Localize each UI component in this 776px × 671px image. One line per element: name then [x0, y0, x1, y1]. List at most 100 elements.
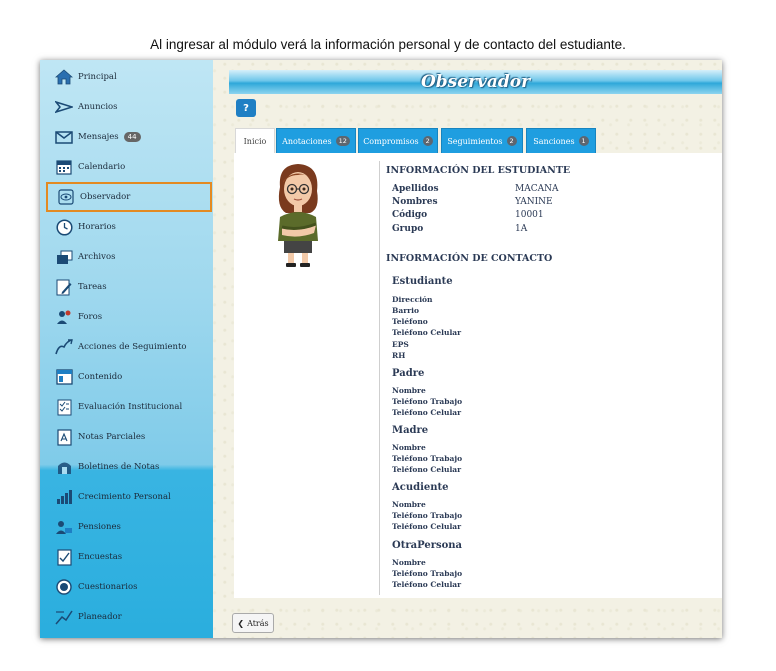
content-icon: [54, 367, 74, 387]
contact-group-title: Padre: [392, 368, 425, 379]
sidebar-item-label: Notas Parciales: [78, 432, 146, 442]
field-label: Nombres: [392, 197, 438, 207]
sidebar-item-pensiones[interactable]: Pensiones: [46, 512, 212, 542]
student-info-title: INFORMACIÓN DEL ESTUDIANTE: [386, 165, 571, 176]
sidebar-item-label: Anuncios: [78, 102, 118, 112]
contact-group-title: Estudiante: [392, 276, 453, 287]
tab-compromisos[interactable]: Compromisos 2: [358, 128, 438, 153]
sidebar-item-boletines-notas[interactable]: Boletines de Notas: [46, 452, 212, 482]
tab-anotaciones[interactable]: Anotaciones 12: [276, 128, 356, 153]
back-button-label: Atrás: [247, 618, 269, 628]
sidebar-item-planeador[interactable]: Planeador: [46, 602, 212, 632]
contact-field: Teléfono Celular: [392, 408, 462, 417]
page-title-bar: Observador: [229, 70, 722, 94]
page-title: Observador: [420, 72, 531, 92]
sidebar-item-label: Cuestionarios: [78, 582, 138, 592]
contact-field: Teléfono Trabajo: [392, 454, 463, 463]
tab-label: Inicio: [243, 136, 267, 146]
sidebar-item-acciones-seguimiento[interactable]: Acciones de Seguimiento: [46, 332, 212, 362]
sidebar-item-label: Horarios: [78, 222, 116, 232]
sidebar-item-mensajes[interactable]: Mensajes 44: [46, 122, 212, 152]
sidebar-item-foros[interactable]: Foros: [46, 302, 212, 332]
tab-inicio[interactable]: Inicio: [235, 128, 275, 153]
contact-field: Barrio: [392, 306, 419, 315]
sidebar-item-archivos[interactable]: Archivos: [46, 242, 212, 272]
sidebar-item-label: Pensiones: [78, 522, 121, 532]
sidebar-item-horarios[interactable]: Horarios: [46, 212, 212, 242]
sidebar-item-label: Archivos: [78, 252, 116, 262]
clock-icon: [54, 217, 74, 237]
contact-field: Teléfono Celular: [392, 328, 462, 337]
evaluation-icon: [54, 397, 74, 417]
pencil-icon: [54, 277, 74, 297]
sidebar: Principal Anuncios Mensajes 44 Calendari…: [40, 60, 213, 638]
contact-field: Teléfono Celular: [392, 580, 462, 589]
tab-label: Anotaciones: [282, 136, 332, 146]
contact-group-title: OtraPersona: [392, 540, 463, 551]
sidebar-item-label: Acciones de Seguimiento: [78, 342, 187, 352]
sidebar-item-anuncios[interactable]: Anuncios: [46, 92, 212, 122]
contact-field: Teléfono Celular: [392, 465, 462, 474]
contact-field: Nombre: [392, 386, 426, 395]
quiz-icon: [54, 577, 74, 597]
sidebar-item-contenido[interactable]: Contenido: [46, 362, 212, 392]
sidebar-item-label: Observador: [80, 192, 131, 202]
sidebar-item-label: Tareas: [78, 282, 107, 292]
content-divider: [379, 161, 380, 595]
tab-seguimientos[interactable]: Seguimientos 2: [441, 128, 523, 153]
contact-field: Nombre: [392, 443, 426, 452]
tab-count-badge: 2: [506, 136, 517, 146]
sidebar-item-principal[interactable]: Principal: [46, 62, 212, 92]
sidebar-item-label: Mensajes: [78, 132, 119, 142]
sidebar-item-label: Boletines de Notas: [78, 462, 160, 472]
contact-info-title: INFORMACIÓN DE CONTACTO: [386, 253, 553, 264]
tab-label: Compromisos: [363, 136, 419, 146]
sidebar-item-label: Crecimiento Personal: [78, 492, 171, 502]
student-avatar: [278, 164, 318, 267]
sidebar-item-label: Principal: [78, 72, 117, 82]
sidebar-item-label: Evaluación Institucional: [78, 402, 183, 412]
survey-icon: [54, 547, 74, 567]
field-label: Código: [392, 210, 428, 220]
app-window: Principal Anuncios Mensajes 44 Calendari…: [40, 60, 722, 638]
tab-count-badge: 12: [335, 136, 350, 146]
student-panel: INFORMACIÓN DEL ESTUDIANTE Apellidos MAC…: [234, 153, 722, 598]
envelope-icon: [54, 127, 74, 147]
contact-field: RH: [392, 351, 406, 360]
field-label: Grupo: [392, 224, 424, 234]
sidebar-item-tareas[interactable]: Tareas: [46, 272, 212, 302]
home-icon: [54, 67, 74, 87]
tab-label: Seguimientos: [447, 136, 503, 146]
follow-up-icon: [54, 337, 74, 357]
eye-icon: [56, 187, 76, 207]
tab-label: Sanciones: [533, 136, 575, 146]
sidebar-item-label: Calendario: [78, 162, 126, 172]
grades-icon: [54, 427, 74, 447]
megaphone-icon: [54, 97, 74, 117]
growth-chart-icon: [54, 487, 74, 507]
sidebar-item-label: Planeador: [78, 612, 122, 622]
contact-field: Nombre: [392, 558, 426, 567]
contact-group-title: Madre: [392, 425, 429, 436]
field-value: 1A: [515, 224, 528, 234]
sidebar-item-evaluacion-institucional[interactable]: Evaluación Institucional: [46, 392, 212, 422]
contact-field: Teléfono Trabajo: [392, 397, 463, 406]
payment-icon: [54, 517, 74, 537]
help-button[interactable]: ?: [236, 99, 256, 117]
sidebar-item-label: Contenido: [78, 372, 123, 382]
messages-count-badge: 44: [123, 132, 141, 142]
sidebar-item-notas-parciales[interactable]: Notas Parciales: [46, 422, 212, 452]
sidebar-item-encuestas[interactable]: Encuestas: [46, 542, 212, 572]
tab-sanciones[interactable]: Sanciones 1: [526, 128, 596, 153]
folders-icon: [54, 247, 74, 267]
planner-icon: [54, 607, 74, 627]
forum-icon: [54, 307, 74, 327]
sidebar-item-calendario[interactable]: Calendario: [46, 152, 212, 182]
field-value: MACANA: [515, 184, 559, 194]
back-button[interactable]: ❮ Atrás: [232, 613, 274, 633]
chevron-left-icon: ❮: [237, 618, 245, 628]
sidebar-item-crecimiento-personal[interactable]: Crecimiento Personal: [46, 482, 212, 512]
sidebar-item-cuestionarios[interactable]: Cuestionarios: [46, 572, 212, 602]
contact-field: Teléfono Trabajo: [392, 569, 463, 578]
sidebar-item-observador[interactable]: Observador: [46, 182, 212, 212]
